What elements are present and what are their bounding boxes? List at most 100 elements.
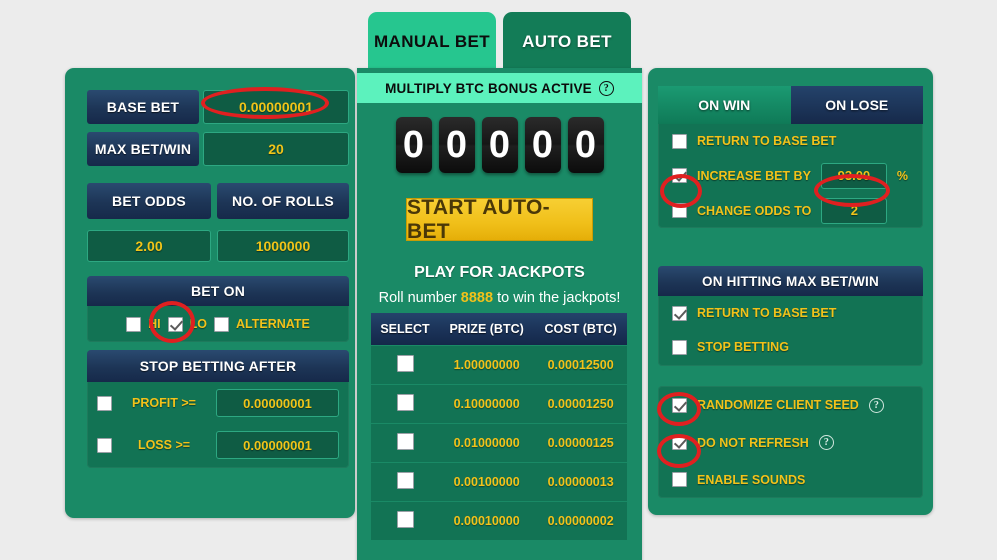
roll-counter: 0 0 0 0 0: [357, 117, 642, 173]
jackpot-select-checkbox[interactable]: [396, 511, 414, 528]
stop-profit-checkbox[interactable]: [97, 395, 112, 411]
table-row: 0.10000000 0.00001250: [371, 384, 627, 424]
max-bet-win-input[interactable]: 20: [203, 132, 349, 166]
base-bet-label: BASE BET: [87, 90, 199, 124]
max-hit-return-to-base-label: RETURN TO BASE BET: [697, 306, 837, 320]
roll-digit: 0: [524, 117, 561, 173]
bet-on-lo-checkbox[interactable]: [167, 316, 183, 332]
jackpot-select-cell: [371, 345, 439, 385]
tab-on-lose-label: ON LOSE: [825, 97, 889, 113]
jackpot-prize-cell: 0.01000000: [439, 423, 535, 463]
help-icon[interactable]: ?: [818, 435, 834, 450]
start-auto-bet-button[interactable]: START AUTO-BET: [406, 195, 593, 243]
tab-on-win-label: ON WIN: [698, 97, 751, 113]
app-root: MANUAL BET AUTO BET BASE BET 0.00000001 …: [0, 0, 997, 560]
column-header-prize: PRIZE (BTC): [439, 313, 535, 346]
bet-odds-input[interactable]: 2.00: [87, 230, 211, 262]
on-win-change-odds-value: 2: [850, 203, 858, 218]
bet-on-alternate-checkbox[interactable]: [214, 316, 229, 332]
jackpot-select-cell: [371, 423, 439, 463]
stop-betting-after-block: STOP BETTING AFTER PROFIT >= 0.00000001 …: [87, 350, 349, 468]
bet-odds-label: BET ODDS: [87, 183, 211, 219]
table-header-row: SELECT PRIZE (BTC) COST (BTC): [371, 313, 627, 346]
jackpot-roll-hint: Roll number 8888 to win the jackpots!: [357, 290, 642, 306]
tab-auto-bet-label: AUTO BET: [522, 32, 612, 51]
help-icon[interactable]: ?: [868, 397, 884, 413]
base-bet-input[interactable]: 0.00000001: [203, 90, 349, 124]
on-win-change-odds-label: CHANGE ODDS TO: [697, 203, 812, 218]
stop-profit-input[interactable]: 0.00000001: [216, 389, 339, 417]
bet-on-lo-label: LO: [189, 317, 207, 331]
randomize-client-seed-checkbox[interactable]: [672, 397, 687, 413]
bet-on-hi-checkbox[interactable]: [126, 316, 142, 332]
max-bet-win-block: ON HITTING MAX BET/WIN RETURN TO BASE BE…: [658, 266, 923, 366]
jackpot-prize-cell: 0.00010000: [439, 501, 535, 540]
start-auto-bet-label: START AUTO-BET: [407, 195, 550, 243]
bet-on-hi-label: HI: [148, 317, 161, 331]
table-row: 0.00010000 0.00000002: [371, 501, 627, 540]
jackpot-select-cell: [371, 384, 439, 424]
on-win-return-to-base-label: RETURN TO BASE BET: [697, 134, 837, 148]
column-header-select: SELECT: [371, 313, 439, 346]
bet-on-block: BET ON HI LO ALTERNATE: [87, 276, 349, 342]
multiply-btc-bonus-label: MULTIPLY BTC BONUS ACTIVE: [385, 80, 592, 96]
tab-manual-bet[interactable]: MANUAL BET: [368, 12, 496, 72]
bet-odds-value: 2.00: [135, 238, 163, 254]
column-header-cost: COST (BTC): [534, 313, 627, 346]
help-icon[interactable]: ?: [598, 80, 614, 96]
jackpot-roll-number: 8888: [460, 290, 494, 306]
stop-profit-label: PROFIT >=: [132, 396, 196, 410]
win-lose-tabs: ON WIN ON LOSE: [658, 86, 923, 124]
jackpot-prize-cell: 0.10000000: [439, 384, 535, 424]
no-of-rolls-label: NO. OF ROLLS: [217, 183, 349, 219]
jackpot-cost-cell: 0.00001250: [534, 384, 627, 424]
jackpot-table: SELECT PRIZE (BTC) COST (BTC) 1.00000000…: [371, 313, 627, 540]
jackpot-select-checkbox[interactable]: [396, 472, 414, 489]
jackpot-hint-pre: Roll number: [378, 290, 461, 306]
jackpot-select-checkbox[interactable]: [396, 355, 414, 372]
stop-loss-label: LOSS >=: [137, 438, 191, 452]
max-hit-stop-betting-checkbox[interactable]: [672, 339, 687, 355]
table-row: 0.00100000 0.00000013: [371, 462, 627, 502]
percent-label: %: [896, 168, 909, 183]
right-settings-panel: ON WIN ON LOSE RETURN TO BASE BET INCREA…: [648, 68, 933, 515]
stop-loss-value: 0.00000001: [243, 437, 312, 453]
bet-on-alternate-label: ALTERNATE: [236, 317, 310, 331]
roll-digit: 0: [567, 117, 604, 173]
stop-loss-input[interactable]: 0.00000001: [216, 431, 339, 459]
left-settings-panel: BASE BET 0.00000001 MAX BET/WIN 20 BET O…: [65, 68, 355, 518]
on-win-return-to-base-checkbox[interactable]: [672, 133, 687, 149]
tab-auto-bet[interactable]: AUTO BET: [503, 12, 631, 72]
no-of-rolls-input[interactable]: 1000000: [217, 230, 349, 262]
win-lose-block: ON WIN ON LOSE RETURN TO BASE BET INCREA…: [658, 86, 923, 228]
jackpot-cost-cell: 0.00012500: [534, 345, 627, 385]
enable-sounds-checkbox[interactable]: [672, 472, 687, 487]
stop-betting-after-label: STOP BETTING AFTER: [87, 350, 349, 382]
jackpot-hint-post: to win the jackpots!: [493, 290, 621, 306]
tab-on-win[interactable]: ON WIN: [658, 86, 791, 124]
do-not-refresh-label: DO NOT REFRESH: [697, 435, 809, 450]
jackpot-select-cell: [371, 501, 439, 540]
randomize-client-seed-label: RANDOMIZE CLIENT SEED: [697, 398, 859, 412]
misc-options-block: RANDOMIZE CLIENT SEED ? DO NOT REFRESH ?…: [658, 386, 923, 498]
on-hitting-max-label: ON HITTING MAX BET/WIN: [658, 266, 923, 296]
stop-loss-checkbox[interactable]: [97, 437, 112, 453]
jackpot-select-checkbox[interactable]: [396, 394, 414, 411]
table-row: 1.00000000 0.00012500: [371, 345, 627, 385]
on-win-increase-bet-checkbox[interactable]: [672, 168, 687, 183]
tab-on-lose[interactable]: ON LOSE: [790, 86, 923, 124]
max-bet-win-label: MAX BET/WIN: [87, 132, 199, 166]
max-hit-return-to-base-checkbox[interactable]: [672, 305, 687, 321]
jackpot-select-checkbox[interactable]: [396, 433, 414, 450]
max-hit-stop-betting-label: STOP BETTING: [697, 340, 789, 354]
table-row: 0.01000000 0.00000125: [371, 423, 627, 463]
on-win-change-odds-input[interactable]: 2: [821, 197, 888, 224]
on-win-increase-bet-label: INCREASE BET BY: [697, 168, 811, 183]
max-bet-win-value: 20: [268, 141, 284, 157]
on-win-increase-bet-input[interactable]: 93.00: [820, 162, 887, 189]
do-not-refresh-checkbox[interactable]: [672, 435, 687, 450]
jackpot-prize-cell: 1.00000000: [439, 345, 535, 385]
on-win-change-odds-checkbox[interactable]: [672, 203, 687, 218]
no-of-rolls-value: 1000000: [255, 238, 311, 254]
play-for-jackpots-title: PLAY FOR JACKPOTS: [414, 264, 585, 281]
